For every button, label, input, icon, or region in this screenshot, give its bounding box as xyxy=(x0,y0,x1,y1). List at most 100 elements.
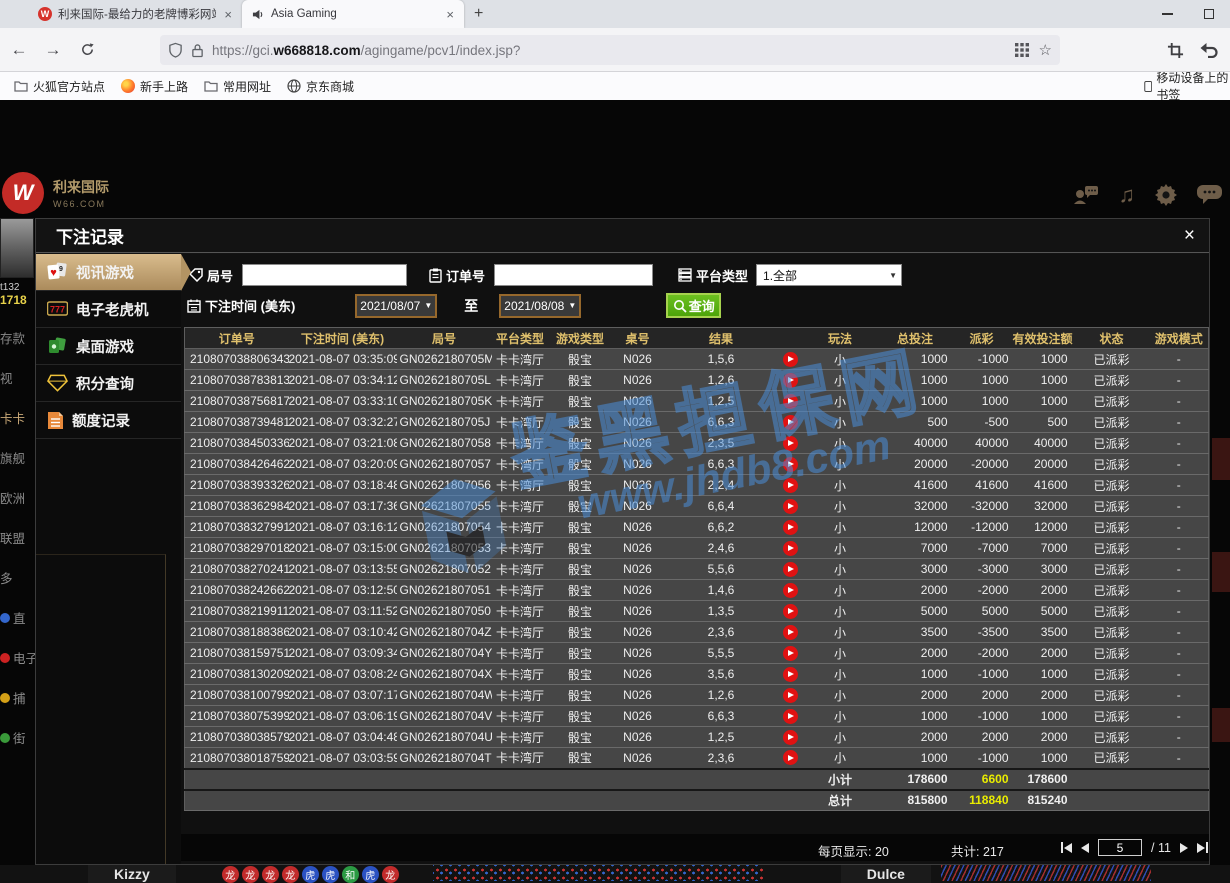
table-row: 2108070382426622021-08-07 03:12:50GN0262… xyxy=(185,580,1209,601)
nav-item-label: 存款 xyxy=(0,328,25,347)
maximize-button[interactable] xyxy=(1188,0,1230,28)
music-icon[interactable]: ♫ xyxy=(1119,182,1136,208)
screenshot-crop-icon[interactable] xyxy=(1167,42,1184,59)
cell-payout: 2000 xyxy=(952,685,1012,706)
subtotal-bet: 178600 xyxy=(879,769,952,790)
left-nav-item[interactable]: 视 xyxy=(0,368,35,387)
cell-time: 2021-08-07 03:33:10 xyxy=(289,391,397,412)
bead-icon: 虎 xyxy=(362,866,379,883)
back-button[interactable]: ← xyxy=(4,35,34,65)
sidebar-item-video-games[interactable]: 9♥ 视讯游戏 xyxy=(36,254,181,291)
cell-result: 6,6,4 xyxy=(664,496,779,517)
bookmark-item[interactable]: 常用网址 xyxy=(198,76,277,97)
order-number-input[interactable] xyxy=(494,264,653,286)
left-nav-item[interactable]: 电子 xyxy=(0,648,35,667)
cell-round: GN02621807051 xyxy=(397,580,492,601)
bookmark-star-icon[interactable]: ☆ xyxy=(1039,41,1052,59)
gear-icon[interactable] xyxy=(1155,184,1177,206)
betting-records-table: 订单号下注时间 (美东)局号平台类型游戏类型桌号结果玩法总投注派彩有效投注额状态… xyxy=(184,327,1209,811)
customer-service-icon[interactable] xyxy=(1073,185,1099,205)
left-nav-item[interactable]: 欧洲 xyxy=(0,488,35,507)
play-icon[interactable] xyxy=(783,394,798,409)
left-nav-item[interactable]: 捕 xyxy=(0,688,35,707)
cell-valid: 2000 xyxy=(1012,727,1074,748)
svg-text:♥: ♥ xyxy=(50,267,57,279)
play-icon[interactable] xyxy=(783,562,798,577)
bookmark-item[interactable]: 新手上路 xyxy=(115,76,194,97)
left-nav-item[interactable]: 存款 xyxy=(0,328,35,347)
cell-platform: 卡卡湾厅 xyxy=(492,391,549,412)
play-icon[interactable] xyxy=(783,541,798,556)
bead-icon: 龙 xyxy=(262,866,279,883)
page-number-input[interactable] xyxy=(1098,839,1142,856)
forward-button[interactable]: → xyxy=(38,35,68,65)
next-page-button[interactable] xyxy=(1180,843,1188,853)
column-header: 平台类型 xyxy=(492,328,549,349)
cell-mode: - xyxy=(1150,370,1209,391)
play-icon[interactable] xyxy=(783,604,798,619)
tab-asia-gaming[interactable]: Asia Gaming × xyxy=(242,0,464,28)
tab-lilai[interactable]: W 利来国际-最给力的老牌博彩网站 × xyxy=(28,0,242,28)
left-nav-item[interactable]: 卡卡 xyxy=(0,408,35,427)
play-icon[interactable] xyxy=(783,688,798,703)
close-icon[interactable]: × xyxy=(1184,226,1195,245)
last-page-button[interactable] xyxy=(1197,842,1208,853)
first-page-button[interactable] xyxy=(1061,842,1072,853)
mobile-bookmarks[interactable]: 移动设备上的书签 xyxy=(1144,72,1230,100)
grid-icon[interactable] xyxy=(1015,43,1029,57)
bookmark-item[interactable]: 火狐官方站点 xyxy=(8,76,111,97)
cell-order: 210807038327991 xyxy=(185,517,289,538)
left-nav-item[interactable]: 直 xyxy=(0,608,35,627)
play-icon[interactable] xyxy=(783,478,798,493)
new-tab-button[interactable]: + xyxy=(464,3,493,25)
balance: 1718 xyxy=(0,293,35,307)
round-number-input[interactable] xyxy=(242,264,407,286)
play-icon[interactable] xyxy=(783,667,798,682)
platform-type-select[interactable]: 1.全部 ▼ xyxy=(756,264,902,286)
play-icon[interactable] xyxy=(783,499,798,514)
play-icon[interactable] xyxy=(783,373,798,388)
url-bar[interactable]: https://gci.w668818.com/agingame/pcv1/in… xyxy=(160,35,1060,65)
sidebar-item-quota-records[interactable]: 额度记录 xyxy=(36,402,181,439)
play-icon[interactable] xyxy=(783,730,798,745)
close-tab-icon[interactable]: × xyxy=(444,7,456,22)
chat-icon[interactable] xyxy=(1197,185,1222,205)
date-to-select[interactable]: 2021/08/08 ▼ xyxy=(499,294,581,318)
date-from-select[interactable]: 2021/08/07 ▼ xyxy=(355,294,437,318)
play-icon[interactable] xyxy=(783,709,798,724)
bookmark-item[interactable]: 京东商城 xyxy=(281,76,360,97)
play-icon[interactable] xyxy=(783,415,798,430)
play-icon[interactable] xyxy=(783,583,798,598)
play-icon[interactable] xyxy=(783,646,798,661)
left-nav-item[interactable]: 多 xyxy=(0,568,35,587)
close-tab-icon[interactable]: × xyxy=(222,7,234,22)
sidebar-item-label: 积分查询 xyxy=(76,373,134,394)
play-icon[interactable] xyxy=(783,352,798,367)
minimize-button[interactable] xyxy=(1146,0,1188,28)
sidebar-item-table-games[interactable]: 桌面游戏 xyxy=(36,328,181,365)
search-button[interactable]: 查询 xyxy=(666,293,721,318)
site-logo[interactable]: W 利来国际 W66.COM xyxy=(2,172,109,214)
avatar xyxy=(0,218,34,278)
cell-time: 2021-08-07 03:16:12 xyxy=(289,517,397,538)
play-icon[interactable] xyxy=(783,520,798,535)
sidebar-item-slots[interactable]: 777 电子老虎机 xyxy=(36,291,181,328)
left-nav-item[interactable]: 街 xyxy=(0,728,35,747)
nav-item-label: 欧洲 xyxy=(0,488,25,507)
cell-round: GN0262180705J xyxy=(397,412,492,433)
play-icon[interactable] xyxy=(783,457,798,472)
sidebar-item-points[interactable]: 积分查询 xyxy=(36,365,181,402)
reload-button[interactable] xyxy=(72,35,102,65)
play-icon[interactable] xyxy=(783,625,798,640)
undo-arrow-icon[interactable] xyxy=(1200,42,1218,58)
previous-page-button[interactable] xyxy=(1081,843,1089,853)
left-nav-item[interactable]: 旗舰 xyxy=(0,448,35,467)
cell-platform: 卡卡湾厅 xyxy=(492,370,549,391)
play-icon[interactable] xyxy=(783,436,798,451)
cell-time: 2021-08-07 03:12:50 xyxy=(289,580,397,601)
left-nav-item[interactable]: 联盟 xyxy=(0,528,35,547)
cell-platform: 卡卡湾厅 xyxy=(492,538,549,559)
cell-time: 2021-08-07 03:10:42 xyxy=(289,622,397,643)
play-icon[interactable] xyxy=(783,750,798,765)
url-text: https://gci.w668818.com/agingame/pcv1/in… xyxy=(212,43,1015,58)
